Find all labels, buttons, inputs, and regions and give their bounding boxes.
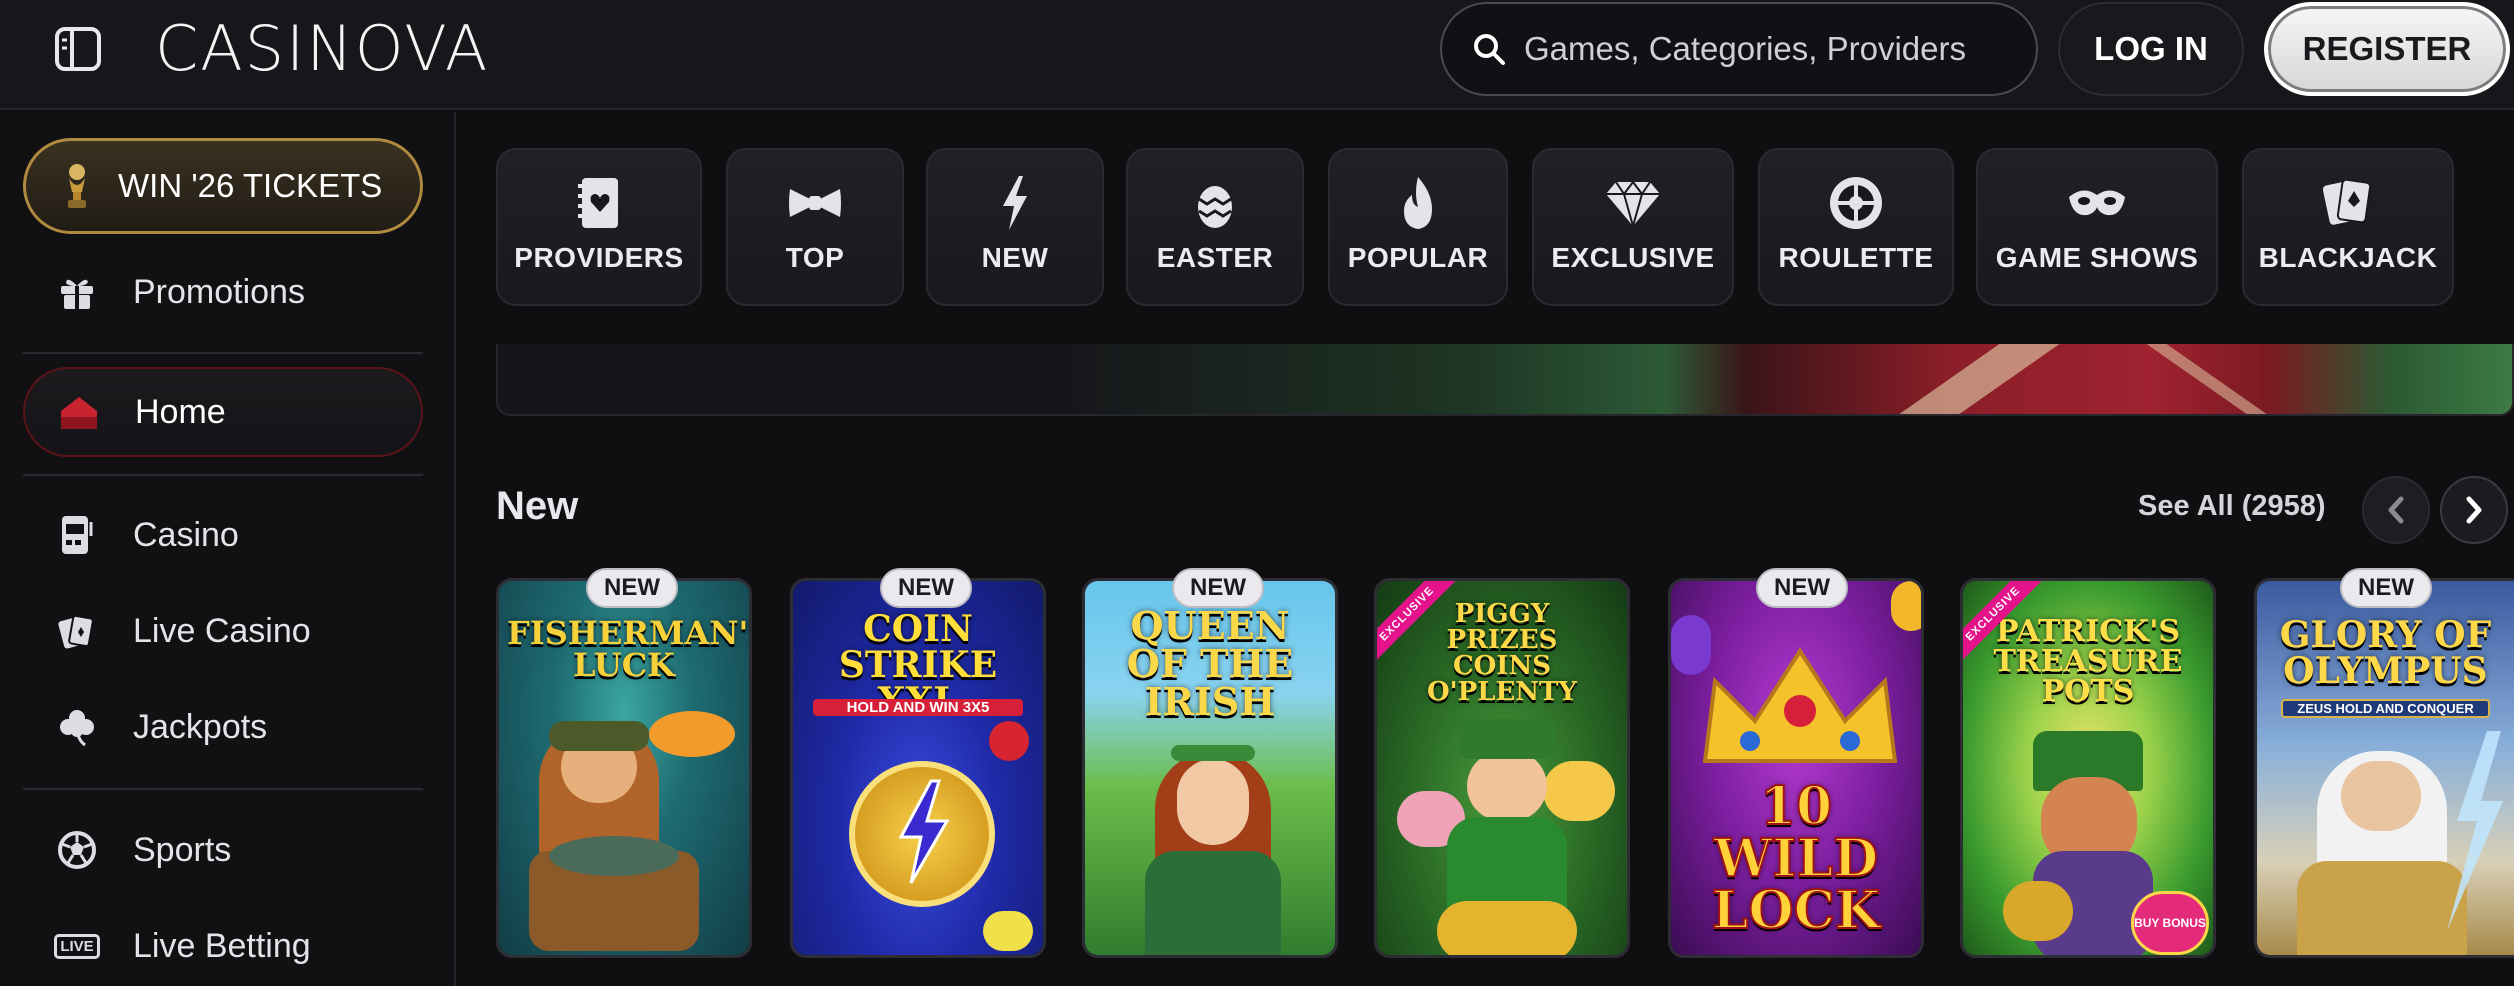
- sidebar-item-promotions[interactable]: Promotions: [23, 247, 423, 337]
- diamond-icon: [1604, 172, 1662, 234]
- win-tickets-button[interactable]: WIN '26 TICKETS: [23, 138, 423, 234]
- section-title-new: New: [496, 484, 579, 528]
- casinova-logo[interactable]: CASINOVA: [155, 14, 489, 84]
- sidebar-item-jackpots[interactable]: Jackpots: [23, 682, 423, 772]
- game-card-coin-strike-xxl[interactable]: COIN STRIKE XXL HOLD AND WIN 3X5: [790, 578, 1046, 958]
- gift-icon: [53, 268, 101, 316]
- buy-bonus-badge: BUY BONUS: [2134, 916, 2206, 930]
- carousel-prev-button[interactable]: [2362, 476, 2430, 544]
- login-button[interactable]: LOG IN: [2058, 2, 2244, 96]
- category-top[interactable]: TOP: [726, 148, 904, 306]
- sidebar-toggle-button[interactable]: [50, 24, 106, 74]
- sidebar-item-casino[interactable]: Casino: [23, 490, 423, 580]
- category-label: EXCLUSIVE: [1551, 242, 1715, 273]
- search-icon: [1474, 34, 1505, 65]
- game-title: QUEEN OF THE IRISH: [1126, 603, 1294, 724]
- game-subtitle: HOLD AND WIN 3X5: [813, 699, 1023, 716]
- sidebar-item-label: Sports: [133, 830, 232, 869]
- sidebar-item-sports[interactable]: Sports: [23, 805, 423, 895]
- category-exclusive[interactable]: EXCLUSIVE: [1532, 148, 1734, 306]
- sidebar-item-label: Home: [135, 392, 226, 431]
- playing-cards-icon: [2322, 172, 2374, 234]
- game-subtitle: ZEUS HOLD AND CONQUER: [2281, 699, 2490, 718]
- see-all-link[interactable]: See All (2958): [2138, 490, 2326, 523]
- new-badge: NEW: [1172, 568, 1264, 608]
- game-card-10-wild-lock[interactable]: 10 WILD LOCK: [1668, 578, 1924, 958]
- sidebar-item-live-casino[interactable]: Live Casino: [23, 586, 423, 676]
- register-button[interactable]: REGISTER: [2264, 2, 2510, 96]
- trophy-icon: [68, 164, 86, 208]
- category-label: GAME SHOWS: [1995, 242, 2199, 273]
- chevron-right-icon: [2466, 496, 2482, 524]
- sidebar-item-live-betting[interactable]: LIVE Live Betting: [23, 901, 423, 986]
- category-label: EASTER: [1156, 242, 1274, 273]
- search-input[interactable]: [1524, 30, 2004, 68]
- bowtie-icon: [786, 172, 844, 234]
- win-tickets-label: WIN '26 TICKETS: [118, 167, 383, 204]
- cards-icon: [53, 607, 101, 655]
- chevron-left-icon: [2388, 496, 2404, 524]
- sidebar-item-label: Jackpots: [133, 707, 268, 746]
- game-card-patricks-treasure-pots[interactable]: BUY BONUS PATRICK'S TREASURE POTS EXCLUS…: [1960, 578, 2216, 958]
- flame-icon: [1398, 172, 1438, 234]
- lightning-icon: [997, 172, 1033, 234]
- game-title: PATRICK'S TREASURE POTS: [1993, 614, 2183, 709]
- game-card-piggy-prizes[interactable]: PIGGY PRIZES COINS O'PLENTY EXCLUSIVE: [1374, 578, 1630, 958]
- category-label: POPULAR: [1347, 242, 1489, 273]
- sidebar-item-label: Casino: [133, 515, 239, 554]
- category-label: TOP: [785, 242, 845, 273]
- game-card-queen-of-the-irish[interactable]: QUEEN OF THE IRISH: [1082, 578, 1338, 958]
- clover-icon: [53, 703, 101, 751]
- sidebar-item-home[interactable]: Home: [23, 367, 423, 457]
- egg-icon: [1195, 172, 1235, 234]
- category-label: PROVIDERS: [514, 242, 684, 273]
- search-box[interactable]: [1440, 2, 2038, 96]
- new-badge: NEW: [1756, 568, 1848, 608]
- game-title: GLORY OF OLYMPUS: [2279, 614, 2492, 692]
- game-title: 10 WILD LOCK: [1711, 776, 1881, 941]
- category-new[interactable]: NEW: [926, 148, 1104, 306]
- sidebar: WIN '26 TICKETS Promotions Home Casino L…: [0, 112, 456, 986]
- game-title: FISHERMAN'S LUCK: [507, 614, 752, 684]
- game-card-glory-of-olympus[interactable]: GLORY OF OLYMPUS ZEUS HOLD AND CONQUER: [2254, 578, 2514, 958]
- new-badge: NEW: [880, 568, 972, 608]
- category-label: ROULETTE: [1778, 242, 1934, 273]
- soccer-ball-icon: [53, 826, 101, 874]
- sidebar-toggle-icon: [55, 27, 101, 71]
- category-label: NEW: [981, 242, 1049, 273]
- sidebar-item-label: Promotions: [133, 272, 305, 311]
- category-label: BLACKJACK: [2258, 242, 2438, 273]
- new-badge: NEW: [586, 568, 678, 608]
- live-icon: LIVE: [53, 922, 101, 970]
- new-badge: NEW: [2340, 568, 2432, 608]
- category-blackjack[interactable]: BLACKJACK: [2242, 148, 2454, 306]
- category-roulette[interactable]: ROULETTE: [1758, 148, 1954, 306]
- sidebar-item-label: Live Casino: [133, 611, 311, 650]
- category-providers[interactable]: PROVIDERS: [496, 148, 702, 306]
- category-easter[interactable]: EASTER: [1126, 148, 1304, 306]
- top-header: CASINOVA LOG IN REGISTER: [0, 0, 2514, 110]
- sidebar-item-label: Live Betting: [133, 926, 311, 965]
- roulette-icon: [1828, 172, 1884, 234]
- book-heart-icon: [576, 172, 622, 234]
- sidebar-divider: [23, 352, 423, 354]
- slot-machine-icon: [53, 511, 101, 559]
- category-game-shows[interactable]: GAME SHOWS: [1976, 148, 2218, 306]
- game-card-fishermans-luck[interactable]: FISHERMAN'S LUCK: [496, 578, 752, 958]
- category-popular[interactable]: POPULAR: [1328, 148, 1508, 306]
- promo-banner[interactable]: [496, 344, 2514, 416]
- home-icon: [55, 388, 103, 436]
- mask-icon: [2067, 172, 2127, 234]
- sidebar-divider: [23, 788, 423, 790]
- carousel-next-button[interactable]: [2440, 476, 2508, 544]
- sidebar-divider: [23, 474, 423, 476]
